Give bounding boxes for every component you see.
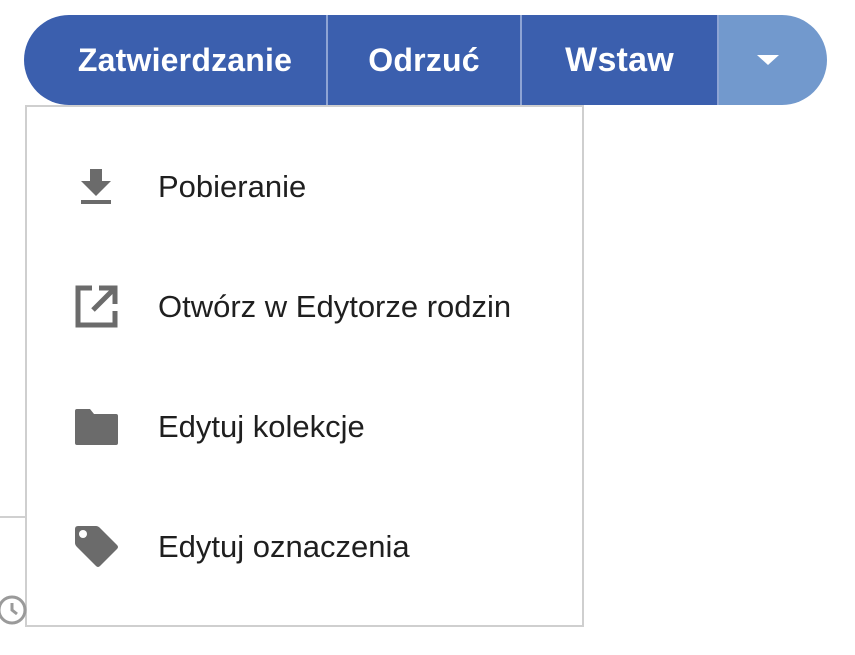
more-actions-toggle[interactable] <box>719 15 827 105</box>
approve-button[interactable]: Zatwierdzanie <box>24 15 328 105</box>
dropdown-menu: Pobieranie Otwórz w Edytorze rodzin Edyt… <box>25 105 584 627</box>
menu-item-edit-tags[interactable]: Edytuj oznaczenia <box>27 507 582 587</box>
insert-button[interactable]: Wstaw <box>522 15 719 105</box>
open-external-icon <box>71 282 121 332</box>
menu-item-label: Otwórz w Edytorze rodzin <box>158 289 512 324</box>
menu-item-edit-collections[interactable]: Edytuj kolekcje <box>27 387 582 467</box>
menu-item-label: Edytuj kolekcje <box>158 409 365 444</box>
history-icon[interactable] <box>0 592 28 628</box>
menu-item-download[interactable]: Pobieranie <box>27 147 582 227</box>
folder-icon <box>71 402 121 452</box>
divider <box>0 516 25 518</box>
action-button-group: Zatwierdzanie Odrzuć Wstaw <box>24 15 827 105</box>
tag-icon <box>71 522 121 572</box>
menu-item-label: Edytuj oznaczenia <box>158 529 410 564</box>
reject-button[interactable]: Odrzuć <box>328 15 522 105</box>
menu-item-label: Pobieranie <box>158 169 307 204</box>
download-icon <box>71 162 121 212</box>
menu-item-open-in-family-editor[interactable]: Otwórz w Edytorze rodzin <box>27 267 582 347</box>
caret-down-icon <box>757 55 779 65</box>
